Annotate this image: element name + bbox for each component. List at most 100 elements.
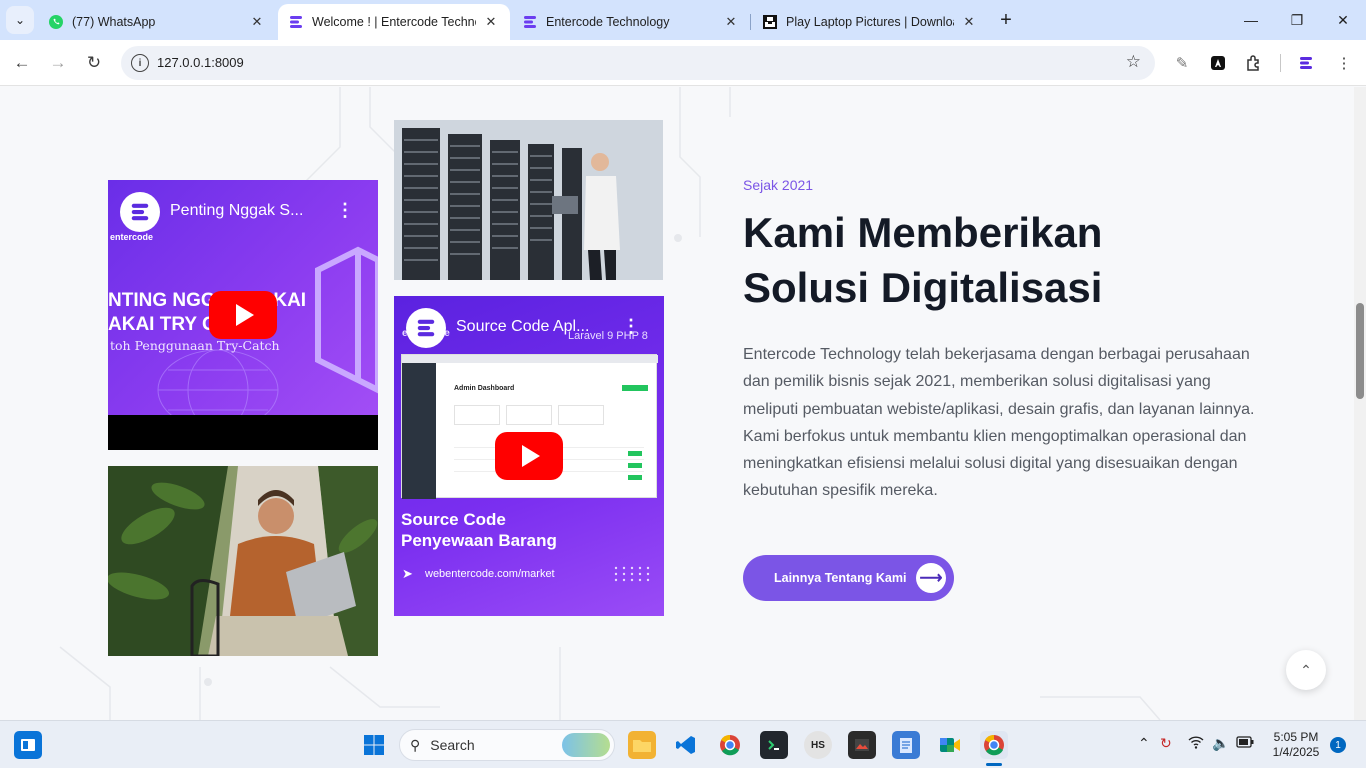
- chevron-up-icon[interactable]: ⌃: [1138, 735, 1150, 752]
- more-options-icon[interactable]: ⋮: [622, 316, 640, 337]
- plus-icon: +: [1000, 8, 1012, 31]
- video-title[interactable]: Source Code Apl...: [456, 318, 589, 336]
- close-icon[interactable]: ✕: [248, 13, 266, 31]
- terminal-icon[interactable]: [760, 731, 788, 759]
- taskbar-search-box[interactable]: ⚲ Search: [399, 729, 615, 761]
- wifi-icon[interactable]: [1188, 735, 1204, 752]
- chevron-up-icon: ⌃: [1300, 661, 1312, 678]
- dashboard-title: Admin Dashboard: [454, 385, 515, 392]
- address-bar[interactable]: i 127.0.0.1:8009 ☆: [121, 46, 1155, 80]
- tab-strip: ⌄ (77) WhatsApp ✕ Welcome ! | Entercode …: [0, 0, 1366, 40]
- entercode-icon: [288, 14, 304, 30]
- video-title[interactable]: Penting Nggak S...: [170, 202, 303, 220]
- forward-button[interactable]: →: [44, 49, 72, 77]
- youtube-video-source-code[interactable]: Admin Dashboard entercode Laravel 9 PHP …: [394, 296, 664, 616]
- whatsapp-icon: [48, 14, 64, 30]
- restore-icon: ❐: [1290, 11, 1304, 28]
- tab-divider: [750, 14, 751, 30]
- minimize-icon: —: [1244, 12, 1258, 28]
- windows-taskbar: ⚲ Search HS ⌃ ↻ 🔈 5:05 PM 1/4/2025 1: [0, 720, 1366, 768]
- thumbnail-heading-line1: Source Code: [401, 510, 506, 529]
- chevron-down-icon: ⌄: [14, 13, 26, 27]
- arrow-right-icon: →: [49, 53, 67, 72]
- google-meet-icon[interactable]: [936, 731, 964, 759]
- notepad-icon[interactable]: [892, 731, 920, 759]
- man-with-laptop-photo: [108, 466, 378, 656]
- maximize-button[interactable]: ❐: [1274, 0, 1320, 40]
- sync-alert-icon[interactable]: ↻: [1160, 735, 1172, 752]
- reload-button[interactable]: ↻: [80, 49, 108, 77]
- chrome-dev-icon[interactable]: [716, 731, 744, 759]
- extension-a-icon[interactable]: [1206, 51, 1230, 75]
- start-windows-icon[interactable]: [360, 731, 388, 759]
- close-icon[interactable]: ✕: [960, 13, 978, 31]
- extensions-puzzle-icon[interactable]: [1242, 51, 1266, 75]
- vscode-icon[interactable]: [672, 731, 700, 759]
- minimize-button[interactable]: —: [1228, 0, 1274, 40]
- tab-title: Play Laptop Pictures | Download: [786, 15, 954, 29]
- toolbar-divider: [1280, 54, 1281, 72]
- bookmark-star-icon[interactable]: ☆: [1126, 52, 1141, 72]
- channel-avatar[interactable]: [406, 308, 446, 348]
- thumbnail-site-url: webentercode.com/market: [425, 568, 555, 580]
- battery-icon[interactable]: [1236, 735, 1254, 751]
- tab-entercode-welcome[interactable]: Welcome ! | Entercode Technology ✕: [278, 4, 510, 40]
- arrow-right-icon: ⟶: [916, 563, 946, 593]
- section-eyebrow: Sejak 2021: [743, 177, 814, 193]
- thumbnail-heading-line2: Penyewaan Barang: [401, 531, 557, 550]
- headline-line-1: Kami Memberikan: [743, 209, 1103, 256]
- unsplash-icon: [762, 14, 778, 30]
- site-info-icon[interactable]: i: [131, 54, 149, 72]
- close-icon[interactable]: ✕: [722, 13, 740, 31]
- heidisql-icon[interactable]: HS: [804, 731, 832, 759]
- clock-date: 1/4/2025: [1272, 745, 1320, 759]
- volume-icon[interactable]: 🔈: [1212, 735, 1229, 752]
- new-tab-button[interactable]: +: [994, 8, 1018, 32]
- search-icon: ⚲: [410, 736, 421, 753]
- play-button-icon[interactable]: [209, 291, 277, 339]
- close-icon[interactable]: ✕: [482, 13, 500, 31]
- section-headline: Kami Memberikan Solusi Digitalisasi: [743, 205, 1102, 315]
- close-window-button[interactable]: ✕: [1320, 0, 1366, 40]
- url-text[interactable]: 127.0.0.1:8009: [157, 55, 244, 70]
- page-scrollbar[interactable]: [1354, 87, 1366, 720]
- arrow-left-icon: ←: [13, 53, 31, 72]
- about-section: entercode NTING NGGAK PAKAI AKAI TRY CAT…: [0, 87, 1354, 720]
- tab-unsplash[interactable]: Play Laptop Pictures | Download ✕: [752, 4, 988, 40]
- tab-title: Welcome ! | Entercode Technology: [312, 15, 476, 29]
- browser-toolbar: ← → ↻ i 127.0.0.1:8009 ☆ ✎ ⋮: [0, 40, 1366, 86]
- menu-kebab-icon[interactable]: ⋮: [1332, 51, 1356, 75]
- play-button-icon[interactable]: [495, 432, 563, 480]
- back-button[interactable]: ←: [8, 49, 36, 77]
- profile-entercode-icon[interactable]: [1294, 51, 1318, 75]
- youtube-video-try-catch[interactable]: entercode NTING NGGAK PAKAI AKAI TRY CAT…: [108, 180, 378, 450]
- system-clock[interactable]: 5:05 PM 1/4/2025: [1266, 730, 1326, 760]
- image-editor-icon[interactable]: [848, 731, 876, 759]
- learn-more-about-us-button[interactable]: Lainnya Tentang Kami ⟶: [743, 555, 954, 601]
- entercode-icon: [522, 14, 538, 30]
- back-to-top-button[interactable]: ⌃: [1286, 650, 1326, 690]
- file-explorer-icon[interactable]: [628, 731, 656, 759]
- headline-line-2: Solusi Digitalisasi: [743, 264, 1103, 311]
- cursor-icon: ➤: [402, 566, 413, 581]
- thumbnail-subtitle: toh Penggunaan Try-Catch: [110, 338, 280, 353]
- notification-badge[interactable]: 1: [1330, 737, 1346, 753]
- widgets-icon[interactable]: [14, 731, 42, 759]
- chrome-active-icon[interactable]: [980, 731, 1008, 759]
- channel-avatar[interactable]: [120, 192, 160, 232]
- reload-icon: ↻: [86, 53, 102, 72]
- cta-label: Lainnya Tentang Kami: [774, 571, 907, 585]
- tab-title: Entercode Technology: [546, 15, 670, 29]
- tab-entercode[interactable]: Entercode Technology ✕: [512, 4, 750, 40]
- more-options-icon[interactable]: ⋮: [336, 200, 354, 221]
- edit-pen-icon[interactable]: ✎: [1170, 51, 1194, 75]
- scrollbar-thumb[interactable]: [1356, 303, 1364, 399]
- video-brand-text: entercode: [110, 232, 154, 242]
- search-highlight-image: [562, 733, 610, 757]
- server-room-photo: [394, 120, 663, 280]
- dots-pattern: [614, 566, 650, 582]
- tab-whatsapp[interactable]: (77) WhatsApp ✕: [38, 4, 276, 40]
- tab-title: (77) WhatsApp: [72, 15, 156, 29]
- tab-search-button[interactable]: ⌄: [6, 6, 34, 34]
- section-description: Entercode Technology telah bekerjasama d…: [743, 346, 1255, 500]
